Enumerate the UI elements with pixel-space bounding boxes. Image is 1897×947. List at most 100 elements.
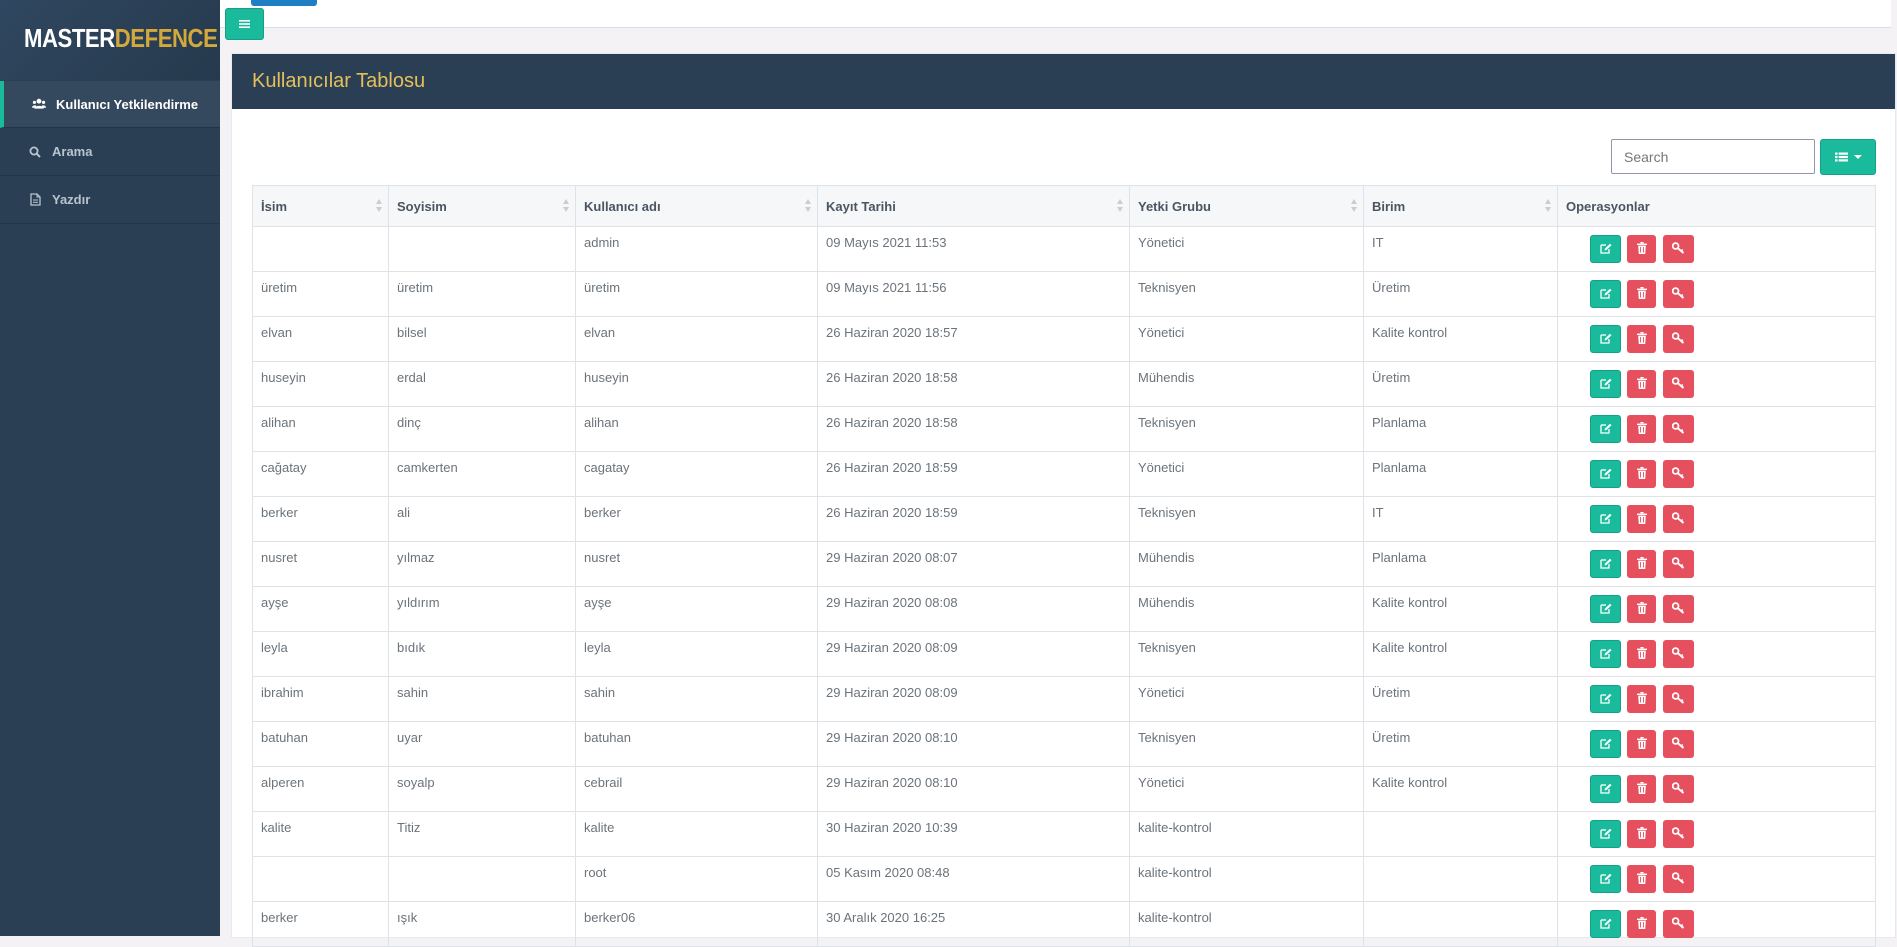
permission-group-cell: Mühendis [1129, 361, 1364, 407]
password-key-button[interactable] [1663, 415, 1694, 443]
delete-button[interactable] [1627, 730, 1656, 758]
edit-icon [1599, 557, 1612, 572]
sidebar-item-print[interactable]: Yazdır [0, 176, 220, 224]
trash-icon [1636, 331, 1647, 347]
delete-button[interactable] [1627, 865, 1656, 893]
delete-button[interactable] [1627, 505, 1656, 533]
sidebar-item-search[interactable]: Arama [0, 128, 220, 176]
edit-button[interactable] [1590, 370, 1621, 398]
password-key-button[interactable] [1663, 280, 1694, 308]
edit-button[interactable] [1590, 460, 1621, 488]
trash-icon [1636, 421, 1647, 437]
password-key-button[interactable] [1663, 505, 1694, 533]
trash-icon [1636, 916, 1647, 932]
edit-icon [1599, 782, 1612, 797]
sidebar-item-user-authorization[interactable]: Kullanıcı Yetkilendirme [0, 81, 220, 128]
registration-date-cell: 29 Haziran 2020 08:10 [817, 766, 1130, 812]
columns-toggle-button[interactable] [1820, 139, 1876, 175]
operations-cell [1557, 586, 1876, 632]
registration-date-cell: 29 Haziran 2020 08:09 [817, 676, 1130, 722]
edit-button[interactable] [1590, 685, 1621, 713]
column-header-permission-group[interactable]: Yetki Grubu [1129, 185, 1364, 227]
edit-button[interactable] [1590, 415, 1621, 443]
username-cell: üretim [575, 271, 818, 317]
name-cell: elvan [252, 316, 389, 362]
unit-cell: Planlama [1363, 541, 1558, 587]
column-header-unit[interactable]: Birim [1363, 185, 1558, 227]
password-key-button[interactable] [1663, 460, 1694, 488]
edit-button[interactable] [1590, 865, 1621, 893]
column-header-surname[interactable]: Soyisim [388, 185, 576, 227]
search-icon [28, 145, 42, 159]
top-blue-button[interactable] [251, 0, 317, 6]
edit-button[interactable] [1590, 280, 1621, 308]
delete-button[interactable] [1627, 640, 1656, 668]
delete-button[interactable] [1627, 280, 1656, 308]
delete-button[interactable] [1627, 235, 1656, 263]
password-key-button[interactable] [1663, 550, 1694, 578]
delete-button[interactable] [1627, 820, 1656, 848]
password-key-button[interactable] [1663, 775, 1694, 803]
delete-button[interactable] [1627, 325, 1656, 353]
edit-icon [1599, 467, 1612, 482]
edit-button[interactable] [1590, 595, 1621, 623]
permission-group-cell: kalite-kontrol [1129, 811, 1364, 857]
permission-group-cell: Teknisyen [1129, 271, 1364, 317]
edit-button[interactable] [1590, 775, 1621, 803]
trash-icon [1636, 466, 1647, 482]
edit-button[interactable] [1590, 820, 1621, 848]
edit-button[interactable] [1590, 505, 1621, 533]
trash-icon [1636, 871, 1647, 887]
column-header-username[interactable]: Kullanıcı adı [575, 185, 818, 227]
column-header-label: Yetki Grubu [1138, 198, 1211, 214]
edit-button[interactable] [1590, 550, 1621, 578]
surname-cell: yıldırım [388, 586, 576, 632]
delete-button[interactable] [1627, 460, 1656, 488]
menu-toggle-button[interactable] [225, 8, 264, 40]
edit-button[interactable] [1590, 640, 1621, 668]
key-icon [1671, 646, 1685, 662]
username-cell: nusret [575, 541, 818, 587]
password-key-button[interactable] [1663, 910, 1694, 938]
permission-group-cell: Teknisyen [1129, 496, 1364, 542]
delete-button[interactable] [1627, 775, 1656, 803]
delete-button[interactable] [1627, 595, 1656, 623]
edit-button[interactable] [1590, 730, 1621, 758]
password-key-button[interactable] [1663, 595, 1694, 623]
surname-cell: uyar [388, 721, 576, 767]
password-key-button[interactable] [1663, 730, 1694, 758]
column-header-name[interactable]: İsim [252, 185, 389, 227]
sidebar-item-label: Arama [52, 144, 93, 159]
column-header-label: İsim [261, 198, 288, 214]
table-row: cağatay camkerten cagatay 26 Haziran 2020 1… [252, 451, 1876, 497]
trash-icon [1636, 736, 1647, 752]
edit-icon [1599, 737, 1612, 752]
password-key-button[interactable] [1663, 640, 1694, 668]
name-cell: nusret [252, 541, 389, 587]
unit-cell: Kalite kontrol [1363, 631, 1558, 677]
trash-icon [1636, 781, 1647, 797]
password-key-button[interactable] [1663, 685, 1694, 713]
brand-logo[interactable]: MASTERDEFENCE [24, 23, 218, 53]
surname-cell: bilsel [388, 316, 576, 362]
delete-button[interactable] [1627, 415, 1656, 443]
password-key-button[interactable] [1663, 235, 1694, 263]
search-input[interactable] [1611, 139, 1815, 174]
username-cell: berker [575, 496, 818, 542]
delete-button[interactable] [1627, 910, 1656, 938]
password-key-button[interactable] [1663, 820, 1694, 848]
password-key-button[interactable] [1663, 325, 1694, 353]
key-icon [1671, 736, 1685, 752]
delete-button[interactable] [1627, 370, 1656, 398]
edit-button[interactable] [1590, 235, 1621, 263]
delete-button[interactable] [1627, 550, 1656, 578]
column-header-registration-date[interactable]: Kayıt Tarihi [817, 185, 1130, 227]
operations-cell [1557, 271, 1876, 317]
edit-button[interactable] [1590, 325, 1621, 353]
users-panel: Kullanıcılar Tablosu İsim Soyisim Kullan… [231, 53, 1896, 947]
brand-part1: MASTER [24, 23, 115, 53]
password-key-button[interactable] [1663, 370, 1694, 398]
delete-button[interactable] [1627, 685, 1656, 713]
password-key-button[interactable] [1663, 865, 1694, 893]
edit-button[interactable] [1590, 910, 1621, 938]
